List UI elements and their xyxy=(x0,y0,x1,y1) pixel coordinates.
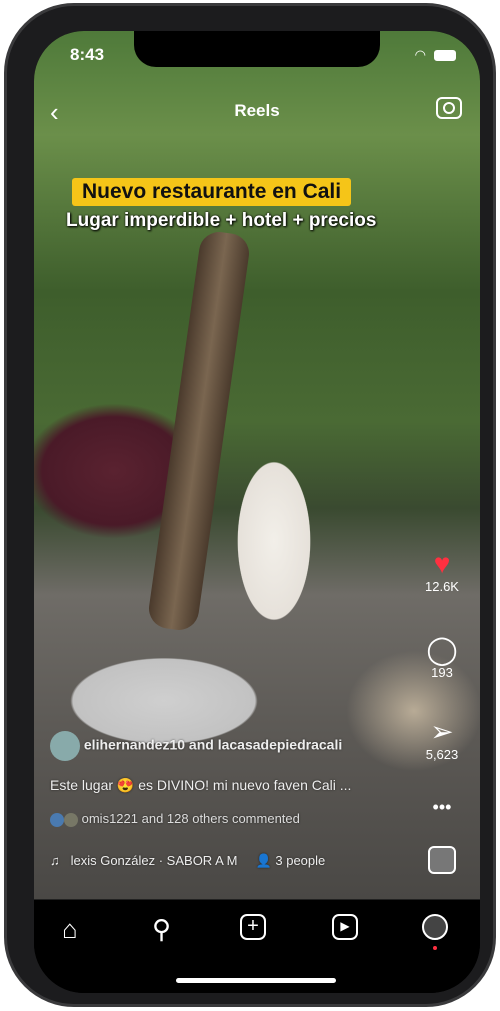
status-icons: ◠ xyxy=(415,47,456,63)
reels-header: ‹ Reels xyxy=(34,97,480,127)
page-title: Reels xyxy=(234,101,280,120)
comments-summary[interactable]: omis1221 and 128 others commented xyxy=(50,811,300,827)
create-icon[interactable]: + xyxy=(240,914,266,940)
bottom-nav: ⌂ ⚲ + ▶ xyxy=(34,899,480,993)
avatar[interactable] xyxy=(50,731,80,761)
commenter-avatar xyxy=(50,812,64,827)
comments-summary-text: omis1221 and 128 others commented xyxy=(81,811,300,826)
share-button[interactable]: ➢ 5,623 xyxy=(418,716,466,763)
send-icon: ➢ xyxy=(430,716,454,747)
video-caption-title: Nuevo restaurante en Cali xyxy=(72,178,352,206)
audio-track[interactable]: lexis González · SABOR A M xyxy=(71,853,238,868)
music-note-icon: ♫ xyxy=(50,853,60,868)
post-caption[interactable]: Este lugar 😍 es DIVINO! mi nuevo faven C… xyxy=(50,777,351,794)
phone-frame: 8:43 ◠ ‹ Reels Nuevo restaurante en Cali… xyxy=(4,3,496,1007)
more-icon: ••• xyxy=(432,797,452,817)
commenter-avatar xyxy=(64,812,78,827)
notification-dot xyxy=(433,946,437,950)
camera-icon[interactable] xyxy=(436,97,462,119)
video-tree xyxy=(146,229,252,633)
share-count: 5,623 xyxy=(425,747,459,762)
home-icon[interactable]: ⌂ xyxy=(62,914,78,945)
video-caption-subtitle: Lugar imperdible + hotel + precios xyxy=(66,210,377,231)
audio-cover-icon xyxy=(428,846,456,874)
comment-icon: ◯ xyxy=(426,634,458,665)
comment-button[interactable]: ◯ 193 xyxy=(418,634,466,681)
post-authors-row[interactable]: elihernandez10 and lacasadepiedracali xyxy=(50,731,342,761)
more-options-button[interactable]: ••• xyxy=(418,797,466,818)
heart-icon: ♥ xyxy=(433,548,451,579)
notch xyxy=(134,31,380,67)
wifi-icon: ◠ xyxy=(414,47,426,62)
audio-thumbnail[interactable] xyxy=(418,846,466,874)
comment-count: 193 xyxy=(431,665,453,680)
search-icon[interactable]: ⚲ xyxy=(152,914,171,945)
like-button[interactable]: ♥ 12.6K xyxy=(418,548,466,595)
audio-row[interactable]: ♫ lexis González · SABOR A M 👤 3 people xyxy=(50,853,325,869)
battery-icon xyxy=(434,49,456,61)
home-indicator[interactable] xyxy=(176,978,336,983)
reel-video[interactable] xyxy=(34,31,480,899)
reels-icon[interactable]: ▶ xyxy=(332,914,358,940)
profile-avatar[interactable] xyxy=(422,914,448,940)
screen: 8:43 ◠ ‹ Reels Nuevo restaurante en Cali… xyxy=(34,31,480,993)
post-authors[interactable]: elihernandez10 and lacasadepiedracali xyxy=(84,737,342,753)
status-time: 8:43 xyxy=(70,45,105,64)
like-count: 12.6K xyxy=(425,579,459,594)
tagged-people[interactable]: 3 people xyxy=(275,853,325,868)
person-icon: 👤 xyxy=(255,853,272,868)
